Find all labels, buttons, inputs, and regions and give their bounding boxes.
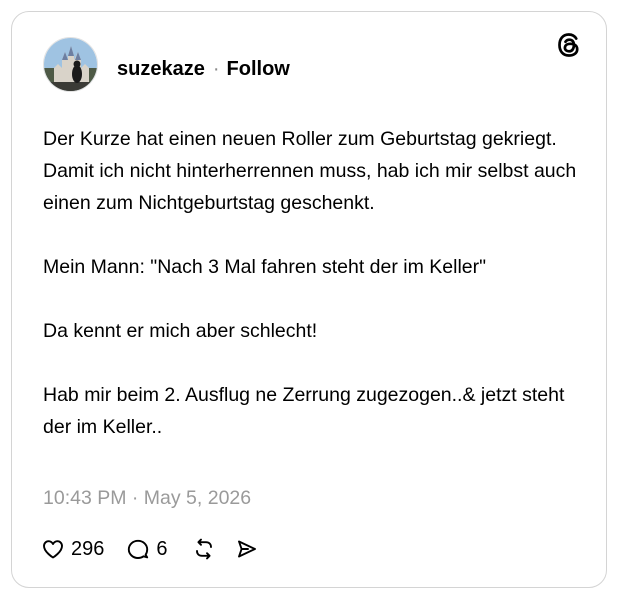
threads-logo-icon[interactable] — [554, 30, 584, 60]
speech-bubble-icon — [128, 539, 149, 559]
reply-button[interactable]: 6 — [126, 537, 168, 561]
like-count: 296 — [71, 538, 105, 560]
send-arrow-icon — [237, 540, 256, 558]
share-button[interactable] — [234, 537, 258, 561]
action-bar: 296 6 — [41, 535, 258, 563]
post-paragraph: Hab mir beim 2. Ausflug ne Zerrung zugez… — [43, 384, 565, 438]
repost-arrows-icon — [195, 538, 212, 560]
username[interactable]: suzekaze — [117, 58, 205, 80]
heart-icon — [43, 540, 63, 559]
reply-count: 6 — [156, 538, 168, 560]
follow-button[interactable]: Follow — [227, 58, 290, 80]
post-card: suzekaze · Follow Der Kurze hat einen neue… — [11, 11, 607, 588]
repost-button[interactable] — [192, 537, 216, 561]
post-body: Der Kurze hat einen neuen Roller zum Geb… — [43, 123, 583, 443]
post-paragraph: Mein Mann: "Nach 3 Mal fahren steht der … — [43, 256, 487, 278]
post-paragraph: Damit ich nicht hinterherrennen muss, ha… — [43, 160, 577, 214]
avatar[interactable] — [43, 37, 98, 92]
post-timestamp[interactable]: 10:43 PM · May 5, 2026 — [43, 486, 251, 510]
post-paragraph: Der Kurze hat einen neuen Roller zum Geb… — [43, 128, 557, 150]
post-paragraph: Da kennt er mich aber schlecht! — [43, 320, 318, 342]
like-button[interactable]: 296 — [41, 537, 104, 561]
separator: · — [212, 58, 220, 80]
post-header: suzekaze · Follow — [117, 57, 290, 81]
